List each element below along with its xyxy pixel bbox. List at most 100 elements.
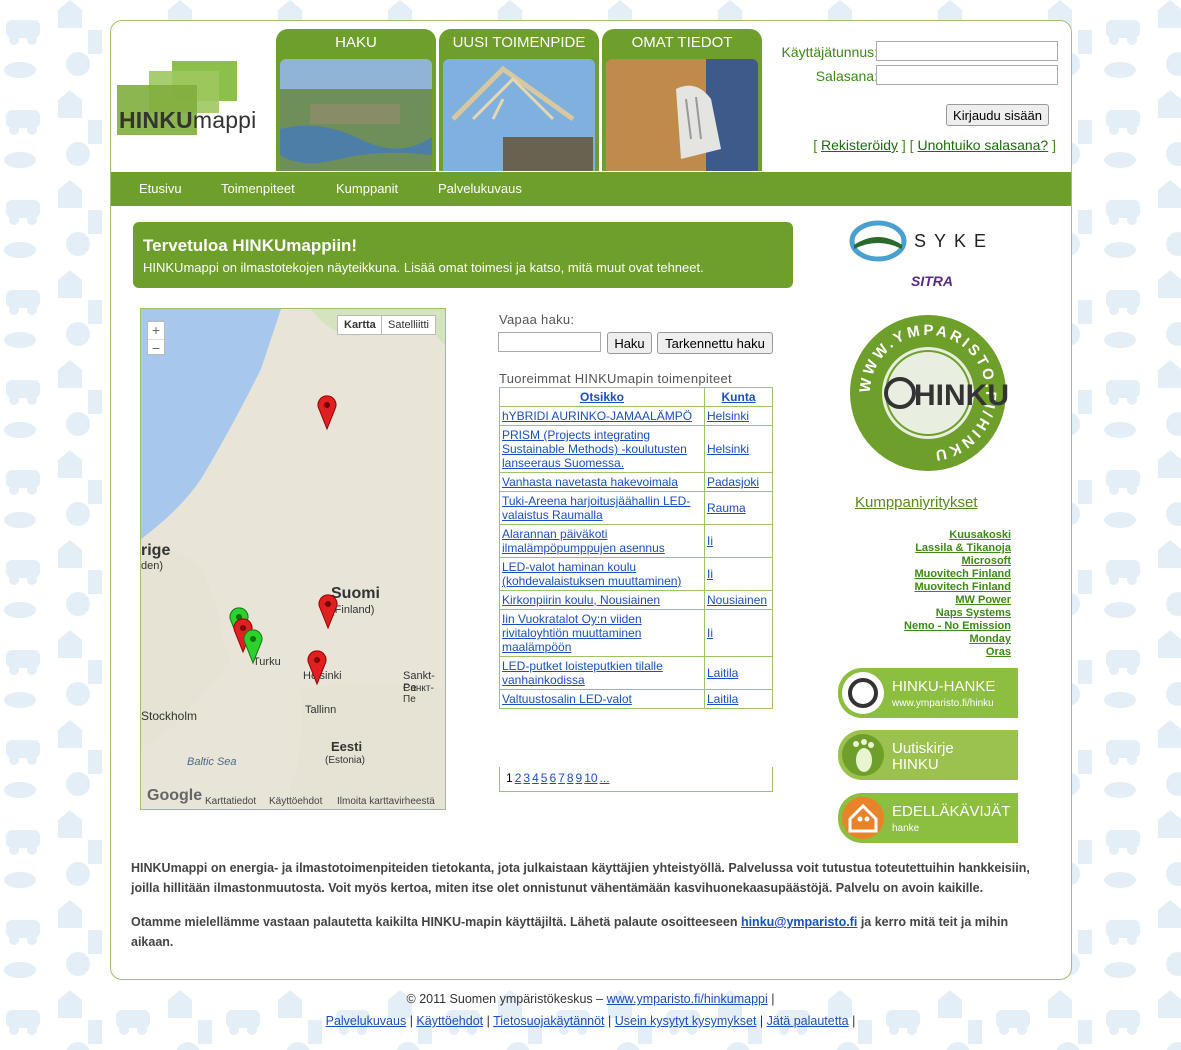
- action-title-link[interactable]: LED-valot haminan koulu (kohdevalaistuks…: [502, 560, 681, 588]
- action-title-link[interactable]: Tuki-Areena harjoitusjäähallin LED-valai…: [502, 494, 690, 522]
- action-title-link[interactable]: PRISM (Projects integrating Sustainable …: [502, 428, 687, 470]
- page-link[interactable]: 7: [558, 771, 565, 785]
- municipality-cell: Helsinki: [704, 425, 773, 473]
- municipality-link[interactable]: Helsinki: [707, 409, 749, 423]
- map-label-sverige-sub: den): [141, 560, 164, 572]
- sitra-logo[interactable]: SITRA: [911, 273, 953, 289]
- partner-link[interactable]: Oras: [851, 646, 1011, 659]
- partner-link[interactable]: Naps Systems: [851, 607, 1011, 620]
- municipality-link[interactable]: Laitila: [707, 692, 738, 706]
- page-link[interactable]: 3: [523, 771, 530, 785]
- google-map[interactable]: + − Kartta Satelliitti rige den) Suomi (…: [140, 308, 446, 810]
- partner-link[interactable]: Kuusakoski: [851, 529, 1011, 542]
- map-marker-green[interactable]: [243, 629, 267, 665]
- action-title-cell: Alarannan päiväkoti ilmalämpöpumppujen a…: [499, 524, 705, 558]
- newsletter-ad[interactable]: Uutiskirje HINKU: [838, 730, 1018, 780]
- page-link[interactable]: 6: [549, 771, 556, 785]
- syke-logo[interactable]: SYKE: [846, 217, 1006, 267]
- tab-uusi-toimenpide[interactable]: UUSI TOIMENPIDE: [439, 29, 599, 171]
- partner-link[interactable]: Muovitech Finland: [851, 581, 1011, 594]
- map-marker-red[interactable]: [307, 650, 331, 686]
- partner-link[interactable]: Lassila & Tikanoja: [851, 542, 1011, 555]
- action-title-link[interactable]: hYBRIDI AURINKO-JAMAALÄMPÖ: [502, 409, 692, 423]
- partner-link[interactable]: Muovitech Finland: [851, 568, 1011, 581]
- zoom-in-button[interactable]: +: [148, 322, 164, 339]
- municipality-link[interactable]: Helsinki: [707, 442, 749, 456]
- footer-link[interactable]: Usein kysytyt kysymykset: [615, 1014, 757, 1028]
- google-logo[interactable]: Google: [147, 787, 202, 805]
- nav-etusivu[interactable]: Etusivu: [139, 181, 182, 196]
- search-input[interactable]: [498, 332, 601, 352]
- municipality-link[interactable]: Laitila: [707, 666, 738, 680]
- municipality-link[interactable]: Nousiainen: [707, 593, 767, 607]
- partner-link[interactable]: Monday: [851, 633, 1011, 646]
- partners-title[interactable]: Kumppaniyritykset: [855, 494, 978, 511]
- tab-omat-tiedot[interactable]: OMAT TIEDOT: [602, 29, 762, 171]
- partner-link[interactable]: MW Power: [851, 594, 1011, 607]
- zoom-out-button[interactable]: −: [148, 339, 164, 356]
- action-title-cell: Kirkonpiirin koulu, Nousiainen: [499, 590, 705, 610]
- nav-kumppanit[interactable]: Kumppanit: [336, 181, 398, 196]
- login-button[interactable]: Kirjaudu sisään: [946, 104, 1049, 126]
- action-title-link[interactable]: Kirkonpiirin koulu, Nousiainen: [502, 593, 660, 607]
- nav-toimenpiteet[interactable]: Toimenpiteet: [221, 181, 295, 196]
- map-terms-link[interactable]: Käyttöehdot: [269, 796, 322, 807]
- map-data-link[interactable]: Karttatiedot: [205, 796, 256, 807]
- map-type-kartta-button[interactable]: Kartta: [337, 315, 383, 335]
- partner-link[interactable]: Nemo - No Emission: [851, 620, 1011, 633]
- site-link[interactable]: www.ymparisto.fi/hinkumappi: [607, 992, 768, 1006]
- column-header-title[interactable]: Otsikko: [499, 387, 705, 407]
- advanced-search-button[interactable]: Tarkennettu haku: [657, 332, 773, 354]
- municipality-link[interactable]: Padasjoki: [707, 475, 759, 489]
- page-link[interactable]: 9: [576, 771, 583, 785]
- municipality-link[interactable]: Ii: [707, 534, 713, 548]
- municipality-cell: Ii: [704, 609, 773, 657]
- map-label-eesti: Eesti: [331, 739, 363, 754]
- map-canvas[interactable]: [141, 309, 446, 810]
- hinku-hanke-ad[interactable]: HINKU-HANKE www.ymparisto.fi/hinku: [838, 668, 1018, 718]
- password-field[interactable]: [876, 65, 1058, 85]
- nav-palvelukuvaus[interactable]: Palvelukuvaus: [438, 181, 522, 196]
- footer-link[interactable]: Tietosuojakäytännöt: [493, 1014, 604, 1028]
- page-link[interactable]: 10: [584, 771, 597, 785]
- footer-link[interactable]: Jätä palautetta: [767, 1014, 849, 1028]
- page-link[interactable]: 4: [532, 771, 539, 785]
- map-marker-red[interactable]: [318, 594, 342, 630]
- partner-link[interactable]: Microsoft: [851, 555, 1012, 568]
- action-title-link[interactable]: Valtuustosalin LED-valot: [502, 692, 632, 706]
- tab-uusi-toimenpide-label: UUSI TOIMENPIDE: [452, 34, 586, 51]
- feedback-email-link[interactable]: hinku@ymparisto.fi: [741, 915, 857, 929]
- welcome-banner: Tervetuloa HINKUmappiin! HINKUmappi on i…: [133, 222, 793, 288]
- search-button[interactable]: Haku: [607, 332, 652, 354]
- page-link[interactable]: ...: [600, 771, 610, 785]
- column-header-municipality[interactable]: Kunta: [704, 387, 773, 407]
- action-title-link[interactable]: Iin Vuokratalot Oy:n viiden rivitaloyhti…: [502, 612, 642, 654]
- register-link[interactable]: Rekisteröidy: [821, 137, 898, 153]
- page-link[interactable]: 8: [567, 771, 574, 785]
- footer-link[interactable]: Käyttöehdot: [416, 1014, 483, 1028]
- action-title-link[interactable]: LED-putket loisteputkien tilalle vanhain…: [502, 659, 663, 687]
- tab-haku[interactable]: HAKU: [276, 29, 436, 171]
- footer-link[interactable]: Palvelukuvaus: [326, 1014, 407, 1028]
- page-link[interactable]: 5: [541, 771, 548, 785]
- page-link[interactable]: 2: [515, 771, 522, 785]
- municipality-link[interactable]: Rauma: [707, 501, 746, 515]
- map-type-satelliitti-button[interactable]: Satelliitti: [381, 315, 436, 335]
- action-title-cell: Vanhasta navetasta hakevoimala: [499, 472, 705, 492]
- table-row: Iin Vuokratalot Oy:n viiden rivitaloyhti…: [499, 609, 773, 657]
- action-title-link[interactable]: Alarannan päiväkoti ilmalämpöpumppujen a…: [502, 527, 665, 555]
- footer-links: Palvelukuvaus | Käyttöehdot | Tietosuoja…: [325, 1014, 856, 1028]
- username-field[interactable]: [876, 41, 1058, 61]
- action-title-link[interactable]: Vanhasta navetasta hakevoimala: [502, 475, 678, 489]
- hinku-badge[interactable]: WWW.YMPARISTO.FI/HINKU HINKU: [848, 313, 1008, 473]
- municipality-link[interactable]: Ii: [707, 626, 713, 640]
- edellakavijat-ad[interactable]: EDELLÄKÄVIJÄT hanke: [838, 793, 1018, 843]
- municipality-cell: Laitila: [704, 656, 773, 690]
- municipality-cell: Ii: [704, 524, 773, 558]
- site-footer: © 2011 Suomen ympäristökeskus – www.ympa…: [0, 988, 1181, 1032]
- municipality-link[interactable]: Ii: [707, 567, 713, 581]
- map-marker-red[interactable]: [317, 395, 341, 431]
- map-report-link[interactable]: Ilmoita karttavirheestä: [337, 796, 435, 807]
- forgot-password-link[interactable]: Unohtuiko salasana?: [917, 137, 1048, 153]
- latest-actions-table: Otsikko Kunta hYBRIDI AURINKO-JAMAALÄMPÖ…: [499, 387, 773, 709]
